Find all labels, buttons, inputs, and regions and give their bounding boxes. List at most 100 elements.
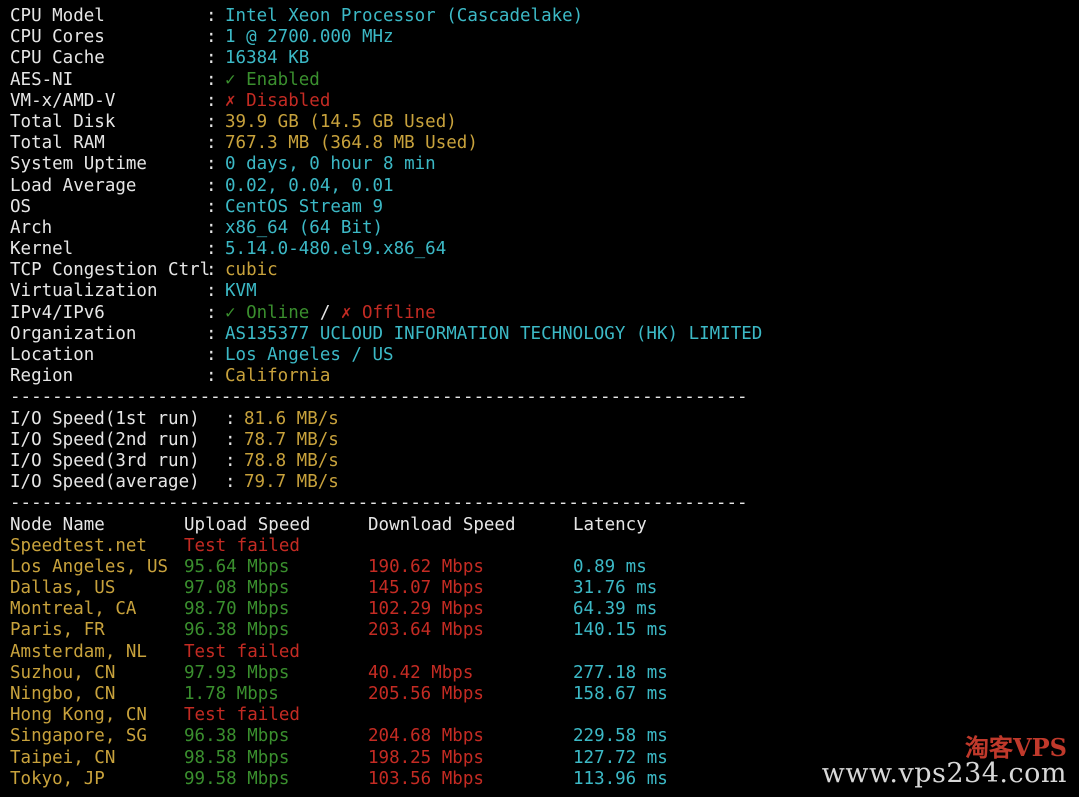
sysinfo-row: CPU Cores:1 @ 2700.000 MHz — [10, 27, 762, 48]
header-node-name: Node Name — [10, 514, 105, 535]
sysinfo-label: TCP Congestion Ctrl — [10, 260, 211, 281]
latency: 140.15 ms — [573, 620, 668, 641]
sysinfo-label: Arch — [10, 217, 53, 238]
table-row: Amsterdam, NL Test failed — [10, 642, 762, 663]
sysinfo-label: Location — [10, 345, 95, 365]
latency: 158.67 ms — [573, 684, 668, 704]
ipv-offline: ✗ Offline — [340, 302, 436, 323]
sysinfo-label: Kernel — [10, 239, 74, 260]
sysinfo-sep: : — [206, 6, 217, 26]
sysinfo-row: CPU Model: Intel Xeon Processor (Cascadel… — [10, 6, 762, 27]
upload-speed: 98.58 Mbps — [184, 747, 290, 768]
download-speed: 145.07 Mbps — [368, 578, 484, 599]
sysinfo-row: Arch: x86_64 (64 Bit) — [10, 218, 762, 239]
sysinfo-value: Intel Xeon Processor (Cascadelake) — [225, 6, 584, 26]
sysinfo-value: 767.3 MB (364.8 MB Used) — [225, 133, 478, 154]
node-name: Singapore, SG — [10, 726, 147, 747]
sysinfo-sep: : — [206, 217, 217, 238]
sysinfo-value: 5.14.0-480.el9.x86_64 — [225, 239, 447, 260]
table-row: Los Angeles, US 95.64 Mbps 190.62 Mbps 0.89… — [10, 557, 762, 578]
io-label: I/O Speed(3rd run) — [10, 450, 200, 471]
sysinfo-sep: : — [206, 175, 217, 196]
sysinfo-row: Virtualization: KVM — [10, 281, 762, 302]
sysinfo-sep: : — [206, 69, 217, 90]
sysinfo-value: CentOS Stream 9 — [225, 196, 384, 217]
divider-2: ----------------------------------------… — [10, 493, 748, 514]
sysinfo-row: TCP Congestion Ctrl: cubic — [10, 260, 762, 281]
header-latency: Latency — [573, 514, 647, 535]
sysinfo-sep: : — [206, 366, 217, 387]
ipv-line: IPv4/IPv6: ✓ Online / ✗ Offline — [10, 303, 762, 324]
node-name: Tokyo, JP — [10, 768, 105, 789]
latency: 113.96 ms — [573, 768, 668, 789]
latency: 0.89 ms — [573, 556, 647, 577]
table-row: Speedtest.net Test failed — [10, 536, 762, 557]
terminal-output: CPU Model: Intel Xeon Processor (Cascadel… — [10, 6, 762, 790]
sysinfo-sep: : — [206, 27, 217, 48]
system-info-block: CPU Model: Intel Xeon Processor (Cascadel… — [10, 6, 762, 303]
ipv-label: IPv4/IPv6 — [10, 302, 105, 323]
sysinfo-value: 39.9 GB (14.5 GB Used) — [225, 111, 457, 132]
sysinfo-label: OS — [10, 196, 32, 217]
sysinfo-row: System Uptime:0 days, 0 hour 8 min — [10, 154, 762, 175]
sysinfo-label: VM-x/AMD-V — [10, 90, 116, 111]
sysinfo-sep: : — [206, 133, 217, 154]
io-sep: : — [225, 429, 236, 450]
sysinfo-label: Load Average — [10, 175, 137, 196]
io-label: I/O Speed(2nd run) — [10, 429, 200, 450]
watermark-url: www.vps234.com — [821, 758, 1067, 789]
upload-speed: 96.38 Mbps — [184, 726, 290, 747]
test-failed: Test failed — [184, 641, 300, 662]
download-speed: 205.56 Mbps — [368, 684, 484, 704]
node-name: Amsterdam, NL — [10, 641, 147, 662]
sysinfo-label: Virtualization — [10, 281, 158, 302]
sysinfo-sep: : — [206, 345, 217, 365]
node-name: Montreal, CA — [10, 599, 137, 620]
sysinfo-label: CPU Model — [10, 6, 105, 26]
table-row: Ningbo, CN 1.78 Mbps 205.56 Mbps 158.67 ms — [10, 684, 762, 705]
sysinfo-row: AES-NI: ✓ Enabled — [10, 70, 762, 91]
table-row: Montreal, CA 98.70 Mbps 102.29 Mbps 64.39 m… — [10, 599, 762, 620]
sysinfo-sep: : — [206, 154, 217, 175]
sysinfo-value: KVM — [225, 281, 257, 302]
upload-speed: 98.70 Mbps — [184, 599, 290, 620]
node-name: Speedtest.net — [10, 535, 147, 556]
sysinfo-label: Region — [10, 366, 74, 387]
node-name: Los Angeles, US — [10, 556, 169, 577]
io-sep: : — [225, 472, 236, 493]
sysinfo-row: OS: CentOS Stream 9 — [10, 197, 762, 218]
table-row: Suzhou, CN 97.93 Mbps 40.42 Mbps 277.18 ms — [10, 663, 762, 684]
table-row: Hong Kong, CN Test failed — [10, 705, 762, 726]
speed-header-row: Node Name Upload Speed Download Speed Laten… — [10, 515, 762, 536]
sysinfo-value: ✗ Disabled — [225, 90, 331, 111]
node-name: Dallas, US — [10, 578, 116, 599]
latency: 127.72 ms — [573, 747, 668, 768]
io-row: I/O Speed(1st run):81.6 MB/s — [10, 409, 762, 430]
sysinfo-sep: : — [206, 260, 217, 281]
node-name: Suzhou, CN — [10, 662, 116, 683]
download-speed: 190.62 Mbps — [368, 556, 484, 577]
download-speed: 204.68 Mbps — [368, 726, 484, 747]
upload-speed: 97.08 Mbps — [184, 578, 290, 599]
upload-speed: 99.58 Mbps — [184, 768, 290, 789]
sysinfo-value: AS135377 UCLOUD INFORMATION TECHNOLOGY (… — [225, 323, 763, 344]
latency: 64.39 ms — [573, 599, 658, 620]
ipv-sep: : — [206, 302, 217, 323]
download-speed: 103.56 Mbps — [368, 768, 484, 789]
latency: 277.18 ms — [573, 662, 668, 683]
node-name: Hong Kong, CN — [10, 705, 147, 726]
sysinfo-sep: : — [206, 48, 217, 69]
upload-speed: 96.38 Mbps — [184, 620, 290, 641]
sysinfo-value: x86_64 (64 Bit) — [225, 217, 384, 238]
sysinfo-value: 1 @ 2700.000 MHz — [225, 27, 394, 48]
test-failed: Test failed — [184, 535, 300, 556]
table-row: Paris, FR 96.38 Mbps 203.64 Mbps 140.15 ms — [10, 620, 762, 641]
header-download-speed: Download Speed — [368, 514, 516, 535]
sysinfo-value: cubic — [225, 260, 278, 281]
download-speed: 102.29 Mbps — [368, 599, 484, 620]
sysinfo-value: ✓ Enabled — [225, 69, 320, 90]
sysinfo-sep: : — [206, 90, 217, 111]
sysinfo-row: Load Average:0.02, 0.04, 0.01 — [10, 176, 762, 197]
io-speed-block: I/O Speed(1st run):81.6 MB/s I/O Speed(2n… — [10, 409, 762, 494]
sysinfo-row: CPU Cache:16384 KB — [10, 48, 762, 69]
